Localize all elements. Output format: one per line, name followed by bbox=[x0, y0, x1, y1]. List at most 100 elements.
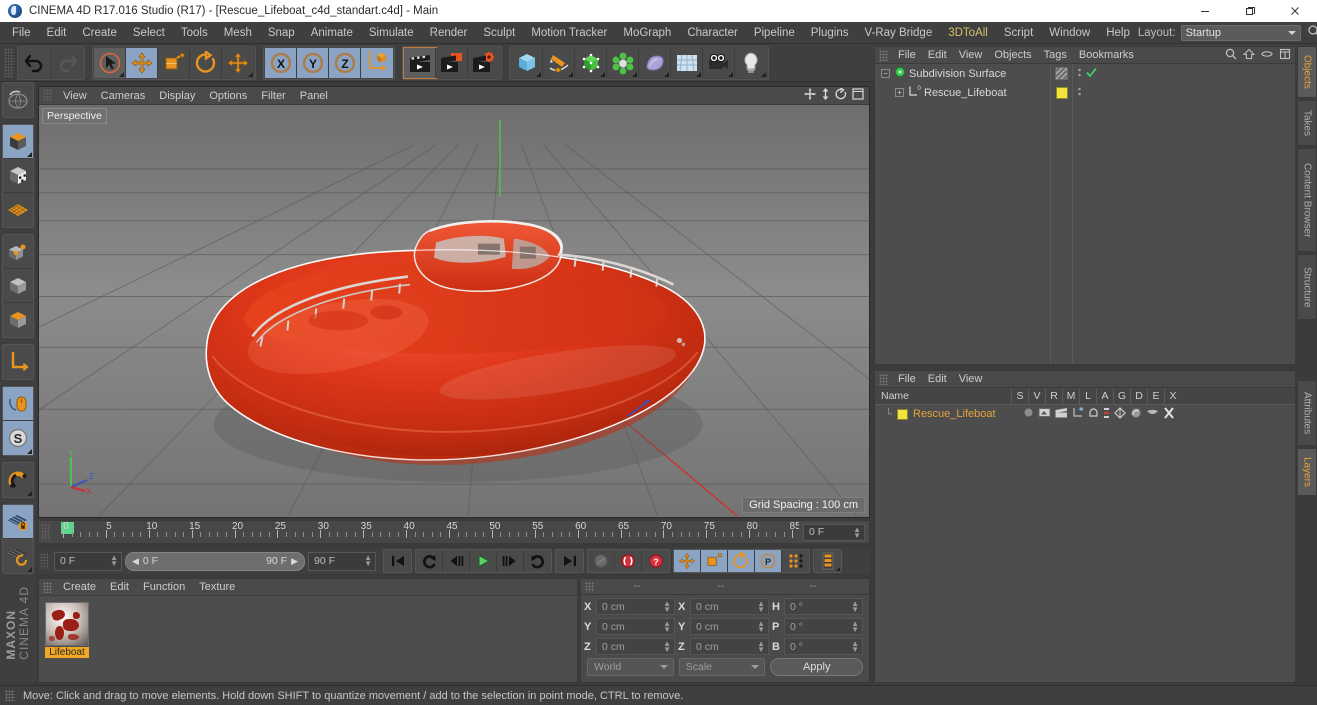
object-menu-tags[interactable]: Tags bbox=[1038, 47, 1073, 64]
undo-button[interactable] bbox=[19, 47, 51, 78]
spinner-icon[interactable]: ▲ ▼ bbox=[663, 600, 671, 614]
menu-item-file[interactable]: File bbox=[4, 22, 39, 44]
menu-item-3dtoall[interactable]: 3DToAll bbox=[940, 22, 996, 44]
menu-item-window[interactable]: Window bbox=[1041, 22, 1098, 44]
sphere-grey-icon[interactable] bbox=[1023, 407, 1034, 421]
close-icon[interactable] bbox=[1272, 0, 1317, 22]
restore-icon[interactable] bbox=[1227, 0, 1272, 22]
vertical-tab-objects[interactable]: Objects bbox=[1297, 46, 1317, 98]
search-icon[interactable] bbox=[1225, 48, 1237, 63]
viewport-menu-filter[interactable]: Filter bbox=[254, 87, 292, 105]
axis-mode-button[interactable] bbox=[3, 345, 33, 379]
material-name-label[interactable]: Lifeboat bbox=[45, 647, 89, 658]
spinner-icon[interactable]: ▲ ▼ bbox=[663, 620, 671, 634]
attribute-menu-view[interactable]: View bbox=[953, 371, 989, 388]
magnet-button[interactable] bbox=[3, 463, 33, 497]
autokeying-button[interactable] bbox=[615, 550, 642, 572]
object-menu-view[interactable]: View bbox=[953, 47, 989, 64]
viewport-menu-panel[interactable]: Panel bbox=[293, 87, 335, 105]
menu-item-animate[interactable]: Animate bbox=[303, 22, 361, 44]
render-to-picture-viewer-button[interactable] bbox=[436, 47, 468, 78]
coord-field-size-z[interactable]: 0 cm ▲ ▼ bbox=[690, 638, 769, 655]
spinner-icon[interactable]: ▲ ▼ bbox=[853, 525, 861, 539]
coordinates-panel-grip[interactable] bbox=[585, 581, 594, 592]
attribute-menu-edit[interactable]: Edit bbox=[922, 371, 953, 388]
cap-icon[interactable] bbox=[1146, 408, 1159, 421]
vertical-tab-takes[interactable]: Takes bbox=[1297, 100, 1317, 146]
timeline-frame-field[interactable]: 0 F ▲ ▼ bbox=[803, 523, 865, 541]
record-position-button[interactable] bbox=[674, 550, 701, 572]
current-frame-field[interactable]: 0 F ▲ ▼ bbox=[54, 551, 122, 571]
coord-field-pos-z[interactable]: 0 cm ▲ ▼ bbox=[596, 638, 675, 655]
menu-item-render[interactable]: Render bbox=[422, 22, 476, 44]
attribute-table[interactable]: Name S V R M L A G D E X └ Rescue_Lifebo… bbox=[875, 387, 1295, 682]
vertical-tab-attributes[interactable]: Attributes bbox=[1297, 380, 1317, 446]
record-active-objects-button[interactable] bbox=[588, 550, 615, 572]
status-bar-grip[interactable] bbox=[5, 690, 15, 701]
expand-collapse-icon[interactable]: − bbox=[881, 69, 890, 78]
soft-selection-button[interactable]: S bbox=[3, 421, 33, 455]
spinner-icon[interactable]: ▲ ▼ bbox=[851, 600, 859, 614]
viewport-camera-label[interactable]: Perspective bbox=[42, 108, 107, 124]
add-array-button[interactable] bbox=[607, 47, 639, 78]
material-menu-function[interactable]: Function bbox=[136, 579, 192, 596]
coord-field-size-x[interactable]: 0 cm ▲ ▼ bbox=[690, 598, 769, 615]
menu-item-simulate[interactable]: Simulate bbox=[361, 22, 422, 44]
home-icon[interactable] bbox=[1242, 48, 1256, 63]
spinner-icon[interactable]: ▲ ▼ bbox=[364, 553, 372, 567]
rotate-view-icon[interactable] bbox=[835, 86, 847, 103]
vertical-tab-layers[interactable]: Layers bbox=[1297, 448, 1317, 496]
material-menu-create[interactable]: Create bbox=[56, 579, 103, 596]
screen-icon[interactable] bbox=[1038, 407, 1051, 421]
material-menu-texture[interactable]: Texture bbox=[192, 579, 242, 596]
checkmark-icon[interactable] bbox=[1086, 67, 1097, 81]
coord-field-pos-y[interactable]: 0 cm ▲ ▼ bbox=[596, 618, 675, 635]
table-row[interactable]: └ Rescue_Lifeboat bbox=[875, 405, 1295, 423]
range-left-arrow-icon[interactable]: ◀ bbox=[132, 556, 139, 567]
object-row-rescue-lifeboat[interactable]: + 0 Rescue_Lifeboat bbox=[875, 83, 1050, 102]
timeline-ruler[interactable]: 051015202530354045505560657075808590 bbox=[51, 521, 799, 543]
hierarchy-icon[interactable] bbox=[1072, 407, 1084, 421]
coord-field-rot-h[interactable]: 0 ° ▲ ▼ bbox=[784, 598, 863, 615]
timeline-layout-button[interactable] bbox=[814, 550, 841, 572]
spinner-icon[interactable]: ▲ ▼ bbox=[757, 640, 765, 654]
preview-range-slider[interactable]: ◀ 0 F 90 F ▶ bbox=[125, 551, 305, 571]
object-tree[interactable]: − Subdivision Surface + 0 Rescue_Lifeboa… bbox=[875, 64, 1295, 364]
add-environment-button[interactable] bbox=[671, 47, 703, 78]
world-object-coordinates-button[interactable] bbox=[361, 47, 393, 78]
material-menu-edit[interactable]: Edit bbox=[103, 579, 136, 596]
coord-field-pos-x[interactable]: 0 cm ▲ ▼ bbox=[596, 598, 675, 615]
menu-item-help[interactable]: Help bbox=[1098, 22, 1138, 44]
render-view-button[interactable] bbox=[403, 46, 437, 79]
record-rotation-button[interactable] bbox=[728, 550, 755, 572]
viewport-grip[interactable] bbox=[43, 89, 52, 102]
coord-field-size-y[interactable]: 0 cm ▲ ▼ bbox=[690, 618, 769, 635]
material-item[interactable]: Lifeboat bbox=[45, 602, 89, 658]
record-pla-button[interactable]: P bbox=[755, 550, 782, 572]
object-row-subdivision-surface[interactable]: − Subdivision Surface bbox=[875, 64, 1050, 83]
apply-button[interactable]: Apply bbox=[770, 658, 864, 676]
fit-icon[interactable] bbox=[1279, 48, 1291, 63]
object-tag-row[interactable] bbox=[1073, 83, 1295, 102]
spinner-icon[interactable]: ▲ ▼ bbox=[110, 553, 118, 567]
material-list[interactable]: Lifeboat bbox=[39, 596, 577, 682]
dolly-view-icon[interactable] bbox=[821, 88, 830, 103]
coord-field-rot-p[interactable]: 0 ° ▲ ▼ bbox=[784, 618, 863, 635]
go-to-end-button[interactable] bbox=[556, 550, 583, 572]
undo-view-button[interactable] bbox=[3, 83, 33, 117]
step-back-button[interactable] bbox=[443, 550, 470, 572]
polygon-mode-button[interactable] bbox=[3, 303, 33, 337]
timeline-grip[interactable] bbox=[41, 524, 49, 540]
z-axis-lock-button[interactable]: Z bbox=[329, 47, 361, 78]
point-mode-button[interactable] bbox=[3, 235, 33, 269]
play-button[interactable] bbox=[470, 550, 497, 572]
viewport-menu-cameras[interactable]: Cameras bbox=[94, 87, 153, 105]
sphere-blood-texture-thumb[interactable] bbox=[45, 602, 89, 646]
bell-icon[interactable] bbox=[1088, 407, 1099, 421]
viewport-canvas[interactable]: Perspective Grid Spacing : 100 cm Y Z X bbox=[39, 105, 869, 517]
toolbar-grip[interactable] bbox=[4, 47, 14, 78]
model-mode-button[interactable] bbox=[3, 159, 33, 193]
layout-dropdown[interactable]: Startup bbox=[1180, 24, 1301, 41]
deform-icon[interactable] bbox=[1114, 406, 1126, 422]
viewport-menu-display[interactable]: Display bbox=[152, 87, 202, 105]
